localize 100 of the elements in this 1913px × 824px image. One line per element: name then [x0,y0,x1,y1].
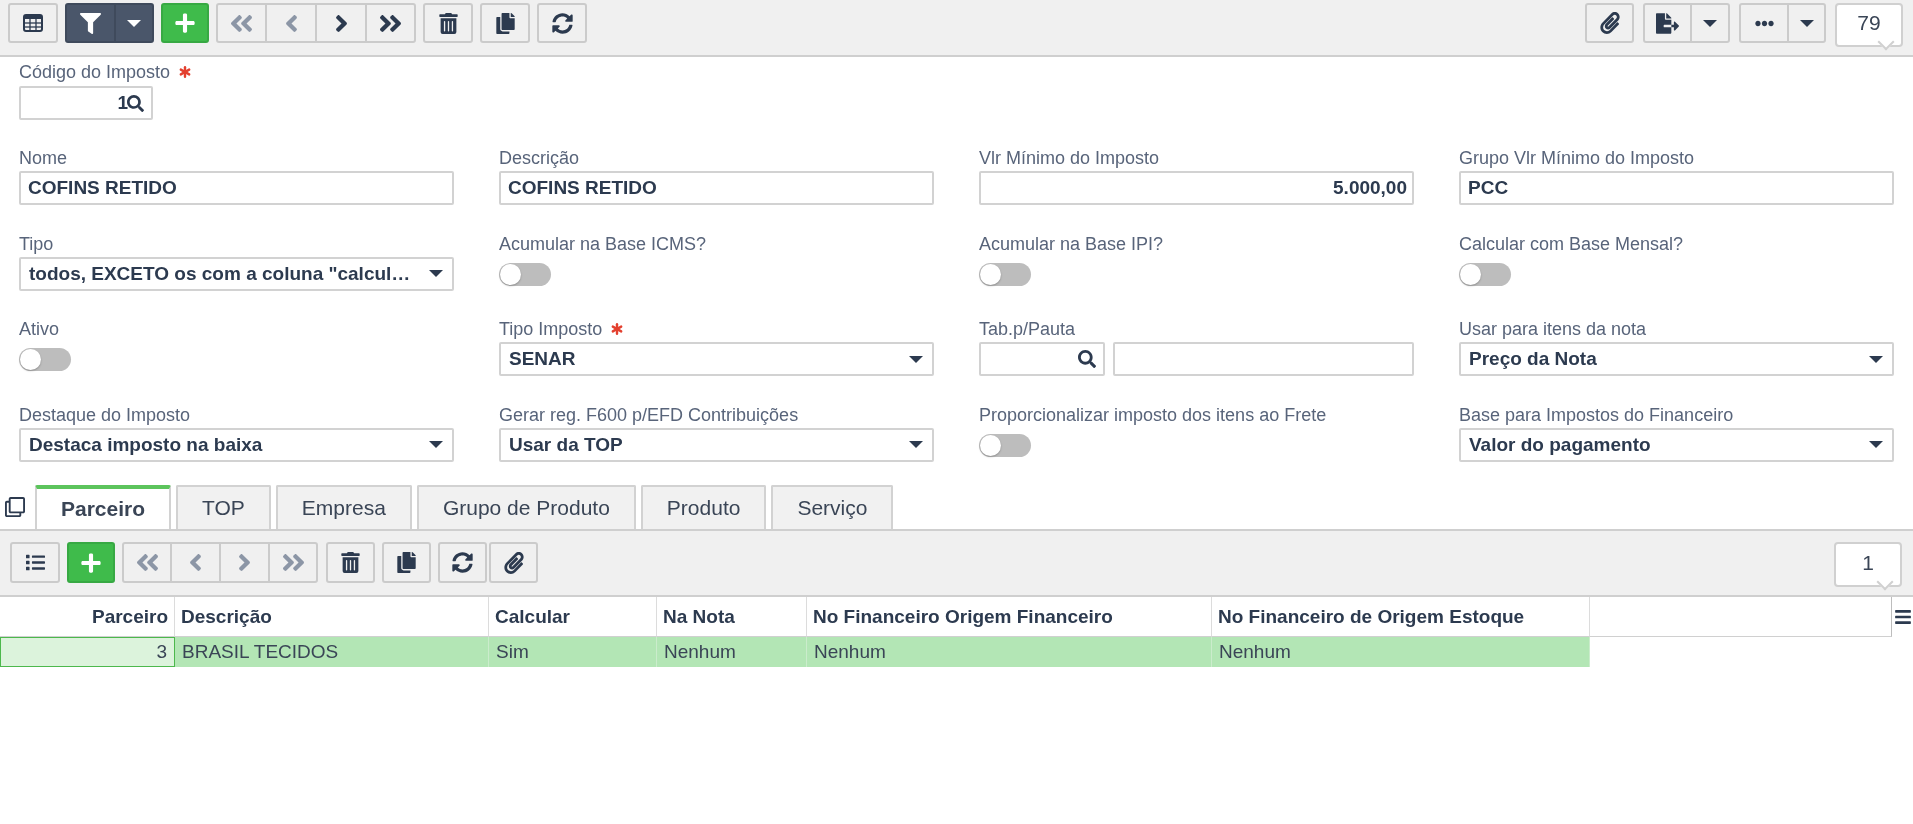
text-field[interactable]: COFINS RETIDO [19,171,454,205]
select-field[interactable]: Destaca imposto na baixa [19,427,454,462]
refresh-icon [452,552,473,573]
field-label: Acumular na Base IPI? [979,233,1164,254]
search-icon [127,94,144,112]
export-menu-button[interactable] [1691,3,1730,43]
more-button[interactable] [1739,3,1788,43]
caret-icon [1799,19,1814,27]
refresh-button[interactable] [537,3,587,43]
file-export-icon [1656,11,1679,35]
toggle-switch[interactable] [1459,262,1511,286]
field-label: Nome [19,148,67,168]
select-field[interactable]: Valor do pagamento [1459,427,1894,462]
field-label: Ativo [19,319,60,339]
tab[interactable]: Grupo de Produto [416,485,636,529]
required-icon [179,66,192,78]
paperclip-icon [1598,12,1621,34]
lookup-field[interactable] [979,342,1105,376]
select-field[interactable]: SENAR [499,342,934,376]
column-header[interactable]: No Financeiro de Origem Estoque [1212,597,1590,637]
attach-button[interactable] [489,542,538,583]
tab[interactable]: Parceiro [35,485,172,529]
add-button[interactable] [67,542,115,583]
field-label: Gerar reg. F600 p/EFD Contribuições [499,404,799,425]
table-cell: Sim [489,637,657,667]
field-label: Tipo Imposto [499,319,603,339]
plus-icon [174,12,196,34]
table-row[interactable]: 3 BRASIL TECIDOS Sim Nenhum Nenhum Nenhum [0,637,1590,667]
plus-icon [80,551,102,574]
caret-icon [1703,19,1717,27]
refresh-icon [551,12,573,34]
field-label: Tab.p/Pauta [979,319,1076,339]
column-header[interactable]: Na Nota [657,597,807,637]
field-label: Descrição [499,148,580,168]
select-field[interactable]: todos, EXCETO os com a coluna "calcul… [19,256,454,291]
select-field[interactable]: Preço da Nota [1459,342,1894,376]
table-cell: Nenhum [657,637,807,667]
refresh-button[interactable] [438,542,487,583]
tab[interactable]: Empresa [275,485,412,529]
number-field[interactable]: 5.000,00 [979,171,1414,205]
list-icon [25,553,45,572]
toggle-switch[interactable] [979,262,1031,286]
trash-icon [340,552,361,573]
text-field[interactable]: PCC [1459,171,1894,205]
column-header[interactable]: Parceiro [0,597,175,637]
copy-icon[interactable] [5,497,25,517]
copy-icon [396,552,417,573]
column-header[interactable]: Calcular [489,597,657,637]
table-cell: Nenhum [1212,637,1590,667]
lookup-digit: 1 [117,93,127,113]
toggle-switch[interactable] [19,348,71,371]
next-record-button[interactable] [316,3,366,43]
delete-button[interactable] [326,542,375,583]
field-label: Grupo Vlr Mínimo do Imposto [1459,148,1695,168]
caret-icon [1869,355,1883,363]
table-view-button[interactable] [8,3,58,43]
table-icon [23,14,43,32]
list-view-button[interactable] [10,542,60,583]
filter-menu-button[interactable] [115,3,154,43]
field-label: Tipo [19,233,54,254]
column-header[interactable]: Descrição [175,597,489,637]
record-count: 1 [1834,542,1902,590]
field-label: Código do Imposto [19,62,171,82]
menu-icon[interactable] [1893,608,1912,626]
last-record-button[interactable] [366,3,416,43]
filter-button[interactable] [65,3,115,43]
caret-icon [429,441,443,448]
trash-icon [437,12,459,34]
tab[interactable]: Produto [640,485,767,529]
caret-icon [1869,441,1883,448]
field-label: Vlr Mínimo do Imposto [979,148,1160,168]
table-cell: 3 [0,637,175,667]
copy-icon [494,12,516,34]
toggle-switch[interactable] [979,433,1031,457]
table-cell: Nenhum [807,637,1212,667]
tab[interactable]: Serviço [771,485,894,529]
text-field[interactable]: COFINS RETIDO [499,171,934,205]
paperclip-icon [502,551,525,574]
more-menu-button[interactable] [1788,3,1826,43]
description-field[interactable] [1113,342,1414,376]
field-label: Acumular na Base ICMS? [499,233,707,254]
select-field[interactable]: Usar da TOP [499,427,934,462]
field-label: Destaque do Imposto [19,404,191,425]
duplicate-button[interactable] [480,3,530,43]
required-icon [611,323,624,335]
caret-icon [909,355,923,363]
duplicate-button[interactable] [382,542,431,583]
export-button[interactable] [1643,3,1691,43]
caret-icon [127,19,141,27]
field-label: Proporcionalizar imposto dos itens ao Frete [979,404,1327,425]
table-cell: BRASIL TECIDOS [175,637,489,667]
toggle-switch[interactable] [499,262,551,286]
add-button[interactable] [161,3,209,43]
caret-icon [909,441,923,448]
tab[interactable]: TOP [176,485,271,529]
attach-button[interactable] [1585,3,1634,43]
column-header[interactable]: No Financeiro Origem Financeiro [807,597,1212,637]
field-label: Calcular com Base Mensal? [1459,233,1684,254]
code-field[interactable]: 1 [19,86,153,120]
delete-button[interactable] [423,3,473,43]
